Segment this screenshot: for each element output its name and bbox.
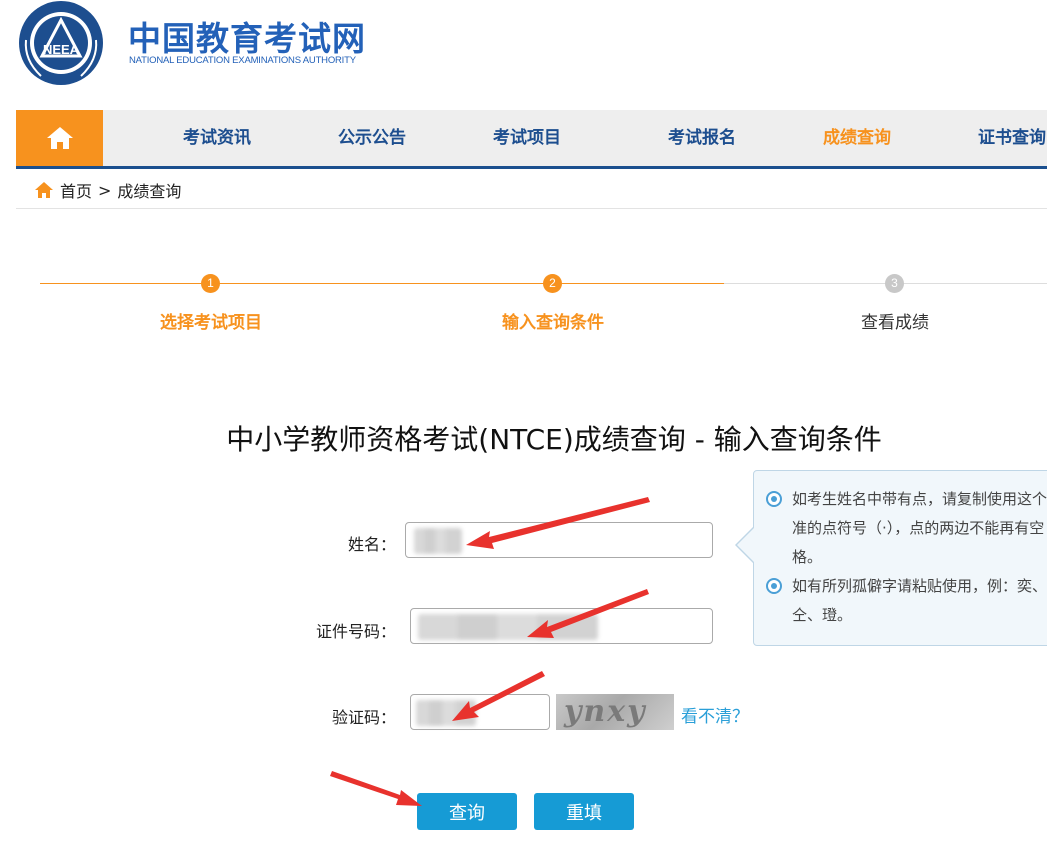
breadcrumb-separator: >	[98, 180, 112, 200]
annotation-arrow-query	[330, 771, 422, 806]
step-2-label: 输入查询条件	[502, 313, 604, 333]
site-subtitle: NATIONAL EDUCATION EXAMINATIONS AUTHORIT…	[129, 55, 356, 66]
tip-text-dot: 如考生姓名中带有点，请复制使用这个标准的点符号（·），点的两边不能再有空格。	[792, 490, 1047, 566]
tip-box-pointer-inner	[737, 528, 754, 562]
captcha-image-text: ynxy	[564, 694, 647, 729]
step-3-number: 3	[885, 274, 904, 293]
nav-item-exam-projects[interactable]: 考试项目	[493, 110, 561, 166]
bullet-icon	[766, 491, 782, 507]
nav-home-button[interactable]	[16, 110, 103, 166]
breadcrumb-current: 成绩查询	[117, 182, 182, 201]
step-2-number: 2	[543, 274, 562, 293]
name-redacted-value	[414, 528, 462, 554]
nav-item-score-query[interactable]: 成绩查询	[823, 110, 891, 166]
tip-box: 如考生姓名中带有点，请复制使用这个标准的点符号（·），点的两边不能再有空格。 如…	[753, 470, 1047, 646]
captcha-image[interactable]: ynxy	[556, 694, 674, 730]
step-1-number: 1	[201, 274, 220, 293]
captcha-refresh-link[interactable]: 看不清？	[681, 702, 749, 727]
captcha-redacted-value	[416, 700, 476, 726]
query-button[interactable]: 查询	[417, 793, 517, 830]
logo-text: NEEA	[43, 42, 80, 57]
name-label: 姓名：	[347, 535, 396, 554]
home-icon	[46, 127, 73, 149]
nav-item-announcements[interactable]: 公示公告	[338, 110, 406, 166]
breadcrumb-home-link[interactable]: 首页	[60, 178, 92, 202]
nav-item-certificate-query[interactable]: 证书查询	[978, 110, 1046, 166]
bullet-icon	[766, 578, 782, 594]
captcha-label: 验证码：	[331, 708, 396, 727]
breadcrumb-home-icon	[35, 182, 53, 198]
form-title: 中小学教师资格考试(NTCE)成绩查询 - 输入查询条件	[226, 423, 882, 456]
id-number-label: 证件号码：	[315, 622, 396, 641]
reset-button[interactable]: 重填	[534, 793, 634, 830]
breadcrumb-divider	[16, 208, 1047, 209]
main-nav: 考试资讯 公示公告 考试项目 考试报名 成绩查询 证书查询	[16, 110, 1047, 169]
id-number-redacted-value	[418, 614, 598, 640]
step-3-label: 查看成绩	[861, 313, 929, 333]
breadcrumb: 首页 > 成绩查询	[34, 178, 181, 202]
step-1-label: 选择考试项目	[160, 313, 262, 333]
site-title: 中国教育考试网	[128, 19, 366, 58]
steps-progress-done	[40, 283, 724, 284]
tip-item: 如有所列孤僻字请粘贴使用，例：奕、仝、璒。	[766, 572, 1047, 630]
nav-item-registration[interactable]: 考试报名	[668, 110, 736, 166]
neea-logo-emblem: NEEA	[19, 1, 103, 85]
nav-item-exam-news[interactable]: 考试资讯	[183, 110, 251, 166]
tip-item: 如考生姓名中带有点，请复制使用这个标准的点符号（·），点的两边不能再有空格。	[766, 485, 1047, 572]
tip-text-rare-chars: 如有所列孤僻字请粘贴使用，例：奕、仝、璒。	[792, 577, 1047, 624]
